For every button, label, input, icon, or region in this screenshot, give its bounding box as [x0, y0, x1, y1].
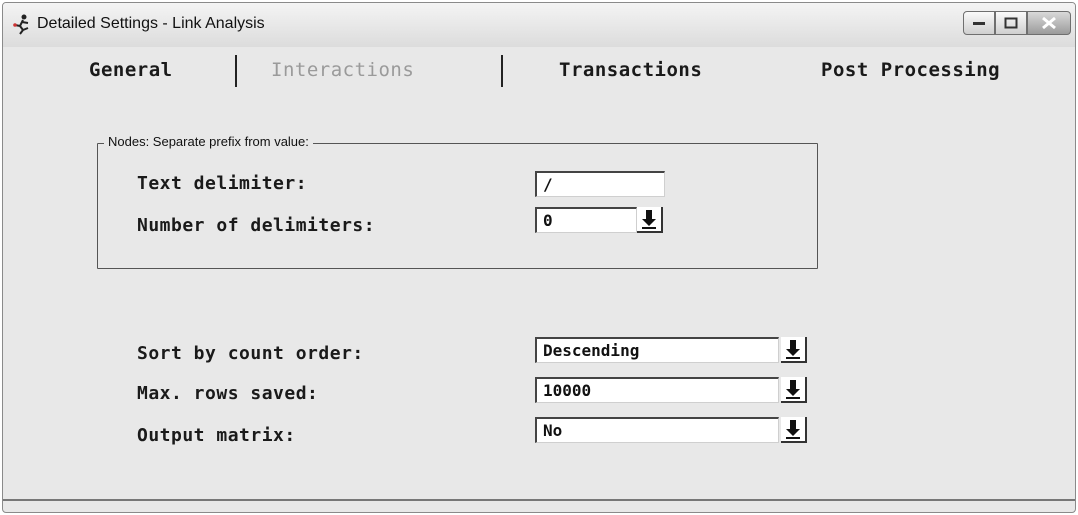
output-matrix-label: Output matrix:	[137, 425, 296, 446]
tab-separator	[501, 55, 511, 87]
sort-by-count-order-dropdown-button[interactable]	[781, 337, 807, 363]
max-rows-saved-dropdown-button[interactable]	[781, 377, 807, 403]
tab-bar: General Interactions Transactions Post P…	[3, 55, 1075, 95]
dialog-window: Detailed Settings - Link Analysis Genera…	[2, 2, 1076, 513]
output-matrix-field[interactable]: No	[535, 417, 779, 443]
nodes-group: Nodes: Separate prefix from value:	[97, 134, 818, 269]
text-delimiter-label: Text delimiter:	[137, 173, 308, 194]
close-icon	[1042, 16, 1056, 30]
minimize-icon	[973, 22, 985, 25]
tab-post-processing[interactable]: Post Processing	[821, 59, 1000, 81]
tab-interactions[interactable]: Interactions	[271, 59, 414, 81]
app-icon	[13, 14, 29, 35]
arrow-down-icon	[786, 420, 800, 439]
number-of-delimiters-dropdown-button[interactable]	[637, 207, 663, 233]
tab-general[interactable]: General	[89, 59, 173, 81]
window-controls	[963, 11, 1071, 37]
arrow-down-icon	[786, 340, 800, 359]
max-rows-saved-field[interactable]: 10000	[535, 377, 779, 403]
text-delimiter-field[interactable]: /	[535, 171, 665, 197]
maximize-icon	[1004, 17, 1018, 29]
maximize-button[interactable]	[995, 11, 1027, 35]
tab-transactions[interactable]: Transactions	[559, 59, 702, 81]
number-of-delimiters-field[interactable]: 0	[535, 207, 637, 233]
arrow-down-icon	[642, 210, 656, 229]
sort-by-count-order-field[interactable]: Descending	[535, 337, 779, 363]
divider	[3, 499, 1075, 501]
tab-separator	[235, 55, 245, 87]
sort-by-count-order-label: Sort by count order:	[137, 343, 364, 364]
nodes-group-legend: Nodes: Separate prefix from value:	[104, 134, 313, 149]
minimize-button[interactable]	[963, 11, 995, 35]
window-title: Detailed Settings - Link Analysis	[37, 15, 265, 32]
output-matrix-dropdown-button[interactable]	[781, 417, 807, 443]
title-bar[interactable]: Detailed Settings - Link Analysis	[3, 3, 1075, 47]
arrow-down-icon	[786, 380, 800, 399]
close-button[interactable]	[1027, 11, 1071, 35]
max-rows-saved-label: Max. rows saved:	[137, 383, 319, 404]
number-of-delimiters-label: Number of delimiters:	[137, 215, 376, 236]
